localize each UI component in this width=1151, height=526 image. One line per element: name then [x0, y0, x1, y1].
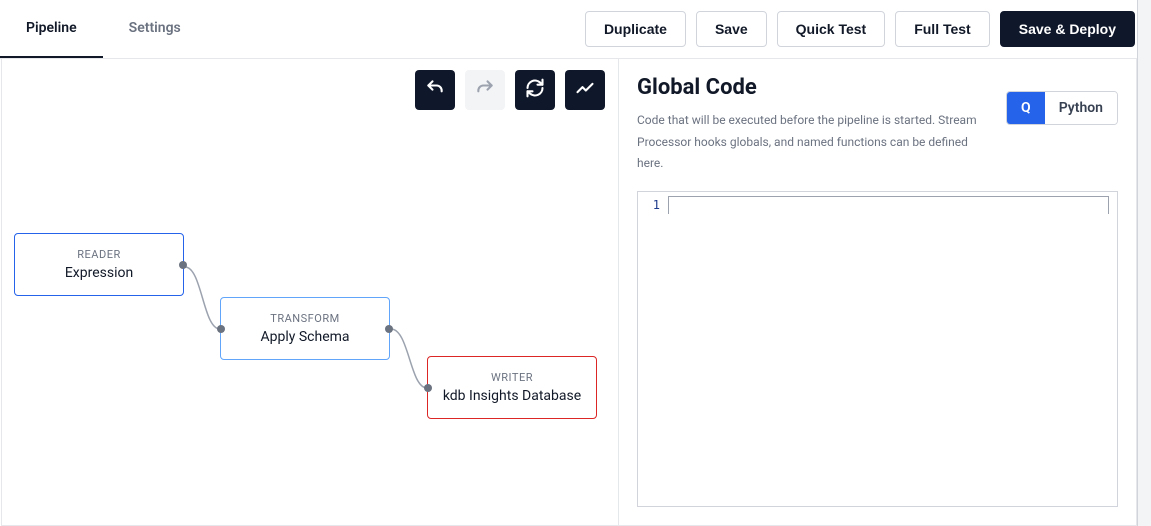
editor-gutter: 1	[638, 192, 668, 506]
node-reader[interactable]: READER Expression	[14, 233, 184, 296]
quick-test-button[interactable]: Quick Test	[777, 11, 886, 47]
tab-settings[interactable]: Settings	[103, 0, 207, 58]
trend-icon	[575, 78, 595, 102]
tab-pipeline[interactable]: Pipeline	[0, 0, 103, 58]
trend-button[interactable]	[565, 70, 605, 110]
duplicate-button[interactable]: Duplicate	[585, 11, 686, 47]
port-in[interactable]	[217, 325, 225, 333]
panel-title: Global Code	[637, 75, 990, 100]
node-title: Expression	[23, 265, 175, 281]
scrollbar[interactable]	[1137, 0, 1151, 526]
language-toggle: Q Python	[1006, 91, 1118, 125]
node-type-label: TRANSFORM	[229, 312, 381, 325]
node-type-label: WRITER	[436, 371, 588, 384]
top-bar: Pipeline Settings Duplicate Save Quick T…	[0, 0, 1151, 59]
undo-button[interactable]	[415, 70, 455, 110]
port-out[interactable]	[385, 325, 393, 333]
undo-icon	[425, 78, 445, 102]
pipeline-canvas[interactable]: READER Expression TRANSFORM Apply Schema…	[2, 59, 619, 525]
line-number: 1	[638, 198, 660, 212]
redo-button	[465, 70, 505, 110]
action-bar: Duplicate Save Quick Test Full Test Save…	[585, 11, 1135, 47]
lang-option-q[interactable]: Q	[1007, 92, 1045, 124]
port-in[interactable]	[424, 384, 432, 392]
tab-list: Pipeline Settings	[0, 0, 207, 58]
save-button[interactable]: Save	[696, 11, 767, 47]
refresh-icon	[525, 78, 545, 102]
cursor-line	[668, 196, 1109, 214]
global-code-panel: Global Code Code that will be executed b…	[619, 59, 1136, 525]
lang-option-python[interactable]: Python	[1045, 92, 1117, 124]
code-editor[interactable]: 1	[637, 191, 1118, 507]
main-area: READER Expression TRANSFORM Apply Schema…	[1, 59, 1137, 526]
node-type-label: READER	[23, 248, 175, 261]
refresh-button[interactable]	[515, 70, 555, 110]
panel-description: Code that will be executed before the pi…	[637, 110, 990, 175]
node-transform[interactable]: TRANSFORM Apply Schema	[220, 297, 390, 360]
port-out[interactable]	[179, 261, 187, 269]
node-writer[interactable]: WRITER kdb Insights Database	[427, 356, 597, 419]
code-area[interactable]	[668, 192, 1117, 506]
redo-icon	[475, 78, 495, 102]
save-deploy-button[interactable]: Save & Deploy	[1000, 11, 1135, 47]
node-title: kdb Insights Database	[436, 388, 588, 404]
full-test-button[interactable]: Full Test	[895, 11, 990, 47]
node-title: Apply Schema	[229, 329, 381, 345]
canvas-toolbar	[415, 70, 605, 110]
